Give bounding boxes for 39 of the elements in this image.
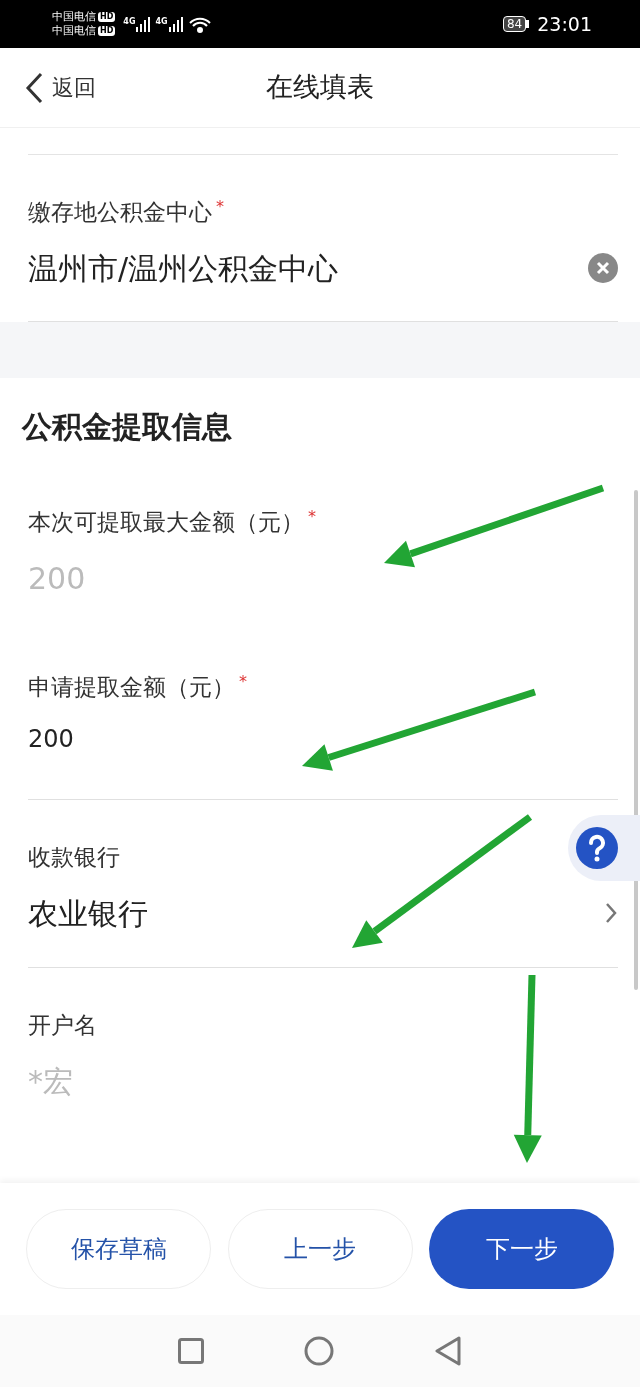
carrier-name: 中国电信: [52, 10, 96, 24]
home-icon[interactable]: [304, 1336, 334, 1366]
field-label: 本次可提取最大金额（元）: [28, 508, 304, 537]
required-mark: *: [216, 196, 224, 218]
field-value: *宏: [28, 1062, 73, 1101]
field-value: 200: [28, 559, 86, 598]
network-type: 4G: [155, 16, 168, 28]
chevron-right-icon[interactable]: [604, 901, 618, 925]
picker-value[interactable]: 农业银行: [28, 890, 148, 936]
carrier-name: 中国电信: [52, 24, 96, 38]
field-value[interactable]: 温州市/温州公积金中心: [28, 245, 339, 291]
wifi-icon: [187, 15, 212, 33]
hd-badge: HD: [98, 26, 116, 36]
page-title: 在线填表: [266, 70, 374, 105]
clock: 23:01: [537, 11, 592, 37]
footer-button[interactable]: 上一步: [227, 1209, 413, 1289]
back-nav-icon[interactable]: [434, 1336, 462, 1366]
back-icon: [24, 71, 44, 104]
required-mark: *: [239, 671, 247, 693]
section-title: 公积金提取信息: [20, 408, 233, 446]
field-label: 开户名: [28, 1011, 97, 1040]
footer-button[interactable]: 下一步: [429, 1209, 614, 1289]
required-mark: *: [308, 506, 316, 528]
help-icon: [576, 827, 618, 869]
input-field[interactable]: 200: [28, 720, 74, 757]
battery-tip-icon: [526, 20, 530, 28]
field-label: 申请提取金额（元）: [28, 673, 235, 702]
help-button[interactable]: [568, 815, 640, 881]
battery-level: 84: [502, 16, 527, 32]
clear-icon[interactable]: [588, 253, 618, 283]
network-type: 4G: [123, 16, 136, 28]
recent-apps-icon[interactable]: [178, 1338, 204, 1364]
field-label: 缴存地公积金中心: [28, 198, 212, 227]
signal-icon: [167, 16, 184, 32]
hd-badge: HD: [98, 12, 116, 22]
footer-button[interactable]: 保存草稿: [26, 1209, 211, 1289]
back-link[interactable]: 返回: [24, 71, 96, 104]
signal-icon: [135, 16, 152, 32]
field-label: 收款银行: [28, 843, 120, 872]
